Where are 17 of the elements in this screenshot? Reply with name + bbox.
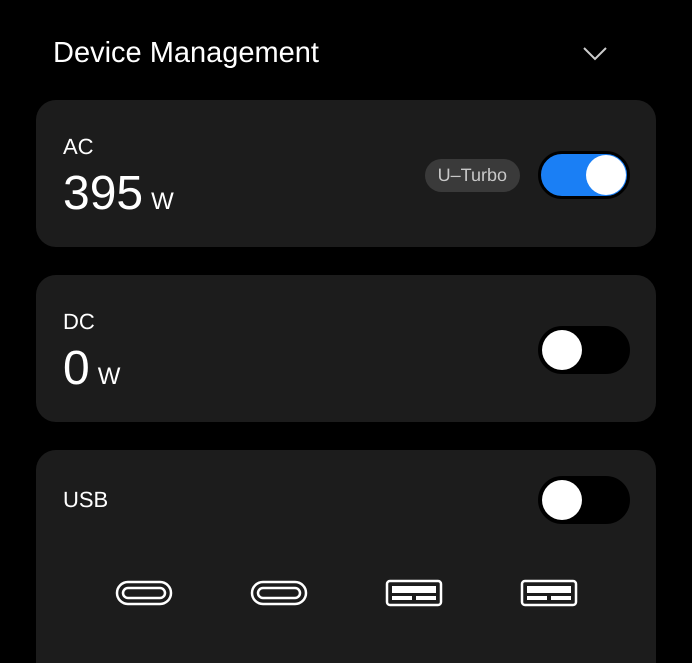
- toggle-switch[interactable]: [538, 326, 630, 374]
- power-value: 0: [63, 341, 90, 396]
- usb-c-port-icon: [115, 579, 174, 607]
- mode-badge[interactable]: U–Turbo: [424, 158, 520, 192]
- output-label: AC: [63, 134, 95, 160]
- usb-c-port-icon: [250, 579, 308, 607]
- power-unit: W: [151, 188, 174, 216]
- usb-a-port-icon: [520, 579, 578, 607]
- toggle-switch[interactable]: [538, 476, 630, 524]
- output-label: USB: [63, 487, 108, 513]
- power-unit: W: [98, 363, 120, 391]
- output-label: DC: [63, 309, 96, 335]
- toggle-switch[interactable]: [538, 151, 630, 199]
- page-title: Device Management: [53, 36, 319, 70]
- chevron-icon[interactable]: [582, 45, 608, 61]
- usb-a-port-icon: [384, 579, 443, 607]
- power-value: 395: [63, 166, 144, 221]
